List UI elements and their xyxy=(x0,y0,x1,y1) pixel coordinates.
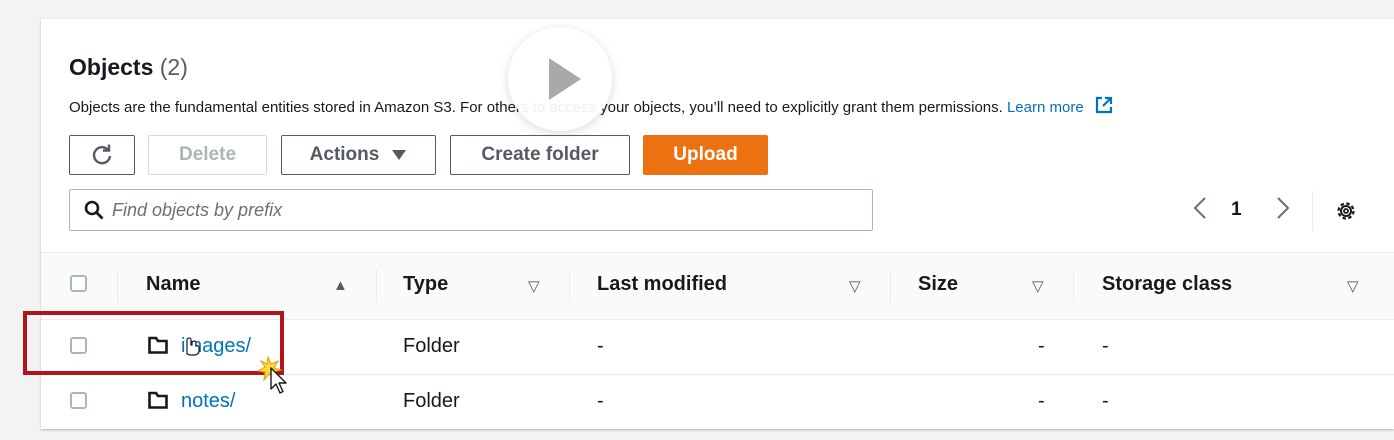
column-separator xyxy=(1073,269,1074,303)
column-separator xyxy=(569,269,570,303)
column-separator xyxy=(890,269,891,303)
objects-title: Objects xyxy=(69,54,154,80)
object-type: Folder xyxy=(403,390,460,412)
search-input[interactable]: Find objects by prefix xyxy=(112,200,282,221)
create-folder-button[interactable]: Create folder xyxy=(450,135,630,175)
object-last-modified: - xyxy=(597,390,604,412)
objects-count: (2) xyxy=(159,54,188,80)
sort-ascending-icon[interactable]: ▲ xyxy=(333,277,348,294)
next-page-icon[interactable] xyxy=(1275,196,1291,227)
object-storage-class: - xyxy=(1102,335,1109,357)
external-link-icon[interactable] xyxy=(1094,95,1114,119)
sort-icon[interactable]: ▽ xyxy=(1032,277,1044,295)
row-checkbox[interactable] xyxy=(70,392,87,409)
sort-icon[interactable]: ▽ xyxy=(1347,277,1359,295)
column-storage-class[interactable]: Storage class xyxy=(1102,273,1232,296)
current-page[interactable]: 1 xyxy=(1231,199,1242,221)
actions-button[interactable]: Actions xyxy=(281,135,436,175)
delete-button[interactable]: Delete xyxy=(148,135,267,175)
search-icon xyxy=(84,200,104,220)
caret-down-icon xyxy=(392,150,407,160)
column-name[interactable]: Name xyxy=(146,273,200,296)
hand-cursor-icon xyxy=(186,337,200,356)
pager-divider xyxy=(1312,191,1313,231)
table-header: Name ▲ Type ▽ Last modified ▽ Size ▽ Sto… xyxy=(41,252,1394,320)
object-storage-class: - xyxy=(1102,390,1109,412)
refresh-button[interactable] xyxy=(69,135,135,175)
object-name-link[interactable]: notes/ xyxy=(181,390,235,413)
column-size[interactable]: Size xyxy=(918,273,958,296)
click-cursor-icon xyxy=(258,356,287,394)
sort-icon[interactable]: ▽ xyxy=(849,277,861,295)
column-separator xyxy=(376,269,377,303)
sort-icon[interactable]: ▽ xyxy=(528,277,540,295)
object-type: Folder xyxy=(403,335,460,357)
folder-icon xyxy=(148,391,168,409)
upload-button[interactable]: Upload xyxy=(643,135,768,175)
previous-page-icon[interactable] xyxy=(1192,196,1208,227)
column-separator xyxy=(117,269,118,303)
play-icon xyxy=(549,58,581,100)
settings-gear-icon[interactable] xyxy=(1335,200,1357,229)
objects-heading: Objects (2) xyxy=(69,54,188,81)
refresh-icon xyxy=(92,144,112,165)
table-row[interactable]: notes/ Folder - - - xyxy=(41,374,1394,429)
column-last-modified[interactable]: Last modified xyxy=(597,273,727,296)
learn-more-link[interactable]: Learn more xyxy=(1007,99,1084,116)
object-size: - xyxy=(1038,335,1045,357)
object-size: - xyxy=(1038,390,1045,412)
object-last-modified: - xyxy=(597,335,604,357)
column-type[interactable]: Type xyxy=(403,273,448,296)
actions-label: Actions xyxy=(309,144,380,165)
search-field[interactable]: Find objects by prefix xyxy=(69,189,873,231)
highlight-box xyxy=(23,311,284,375)
play-button[interactable] xyxy=(508,27,612,131)
select-all-checkbox[interactable] xyxy=(70,275,87,292)
